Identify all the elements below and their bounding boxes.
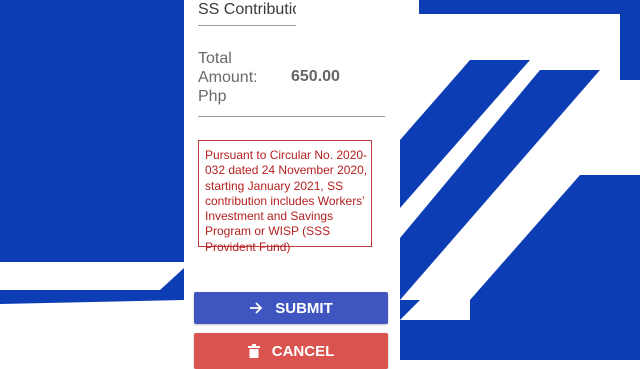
trash-icon [247,344,260,358]
payment-form-panel: SS Contribution Total Amount: Php 650.00… [184,0,400,369]
total-amount-label: Total Amount: Php [198,50,258,105]
contribution-field[interactable]: SS Contribution [198,0,296,20]
total-underline [198,116,385,117]
wisp-notice: Pursuant to Circular No. 2020-032 dated … [198,140,372,254]
total-amount-value: 650.00 [291,68,340,85]
submit-button[interactable]: SUBMIT [194,292,388,324]
cancel-button[interactable]: CANCEL [194,333,388,369]
cancel-label: CANCEL [271,342,335,360]
field-underline [198,25,296,26]
submit-label: SUBMIT [275,299,333,317]
arrow-right-icon [249,301,263,315]
